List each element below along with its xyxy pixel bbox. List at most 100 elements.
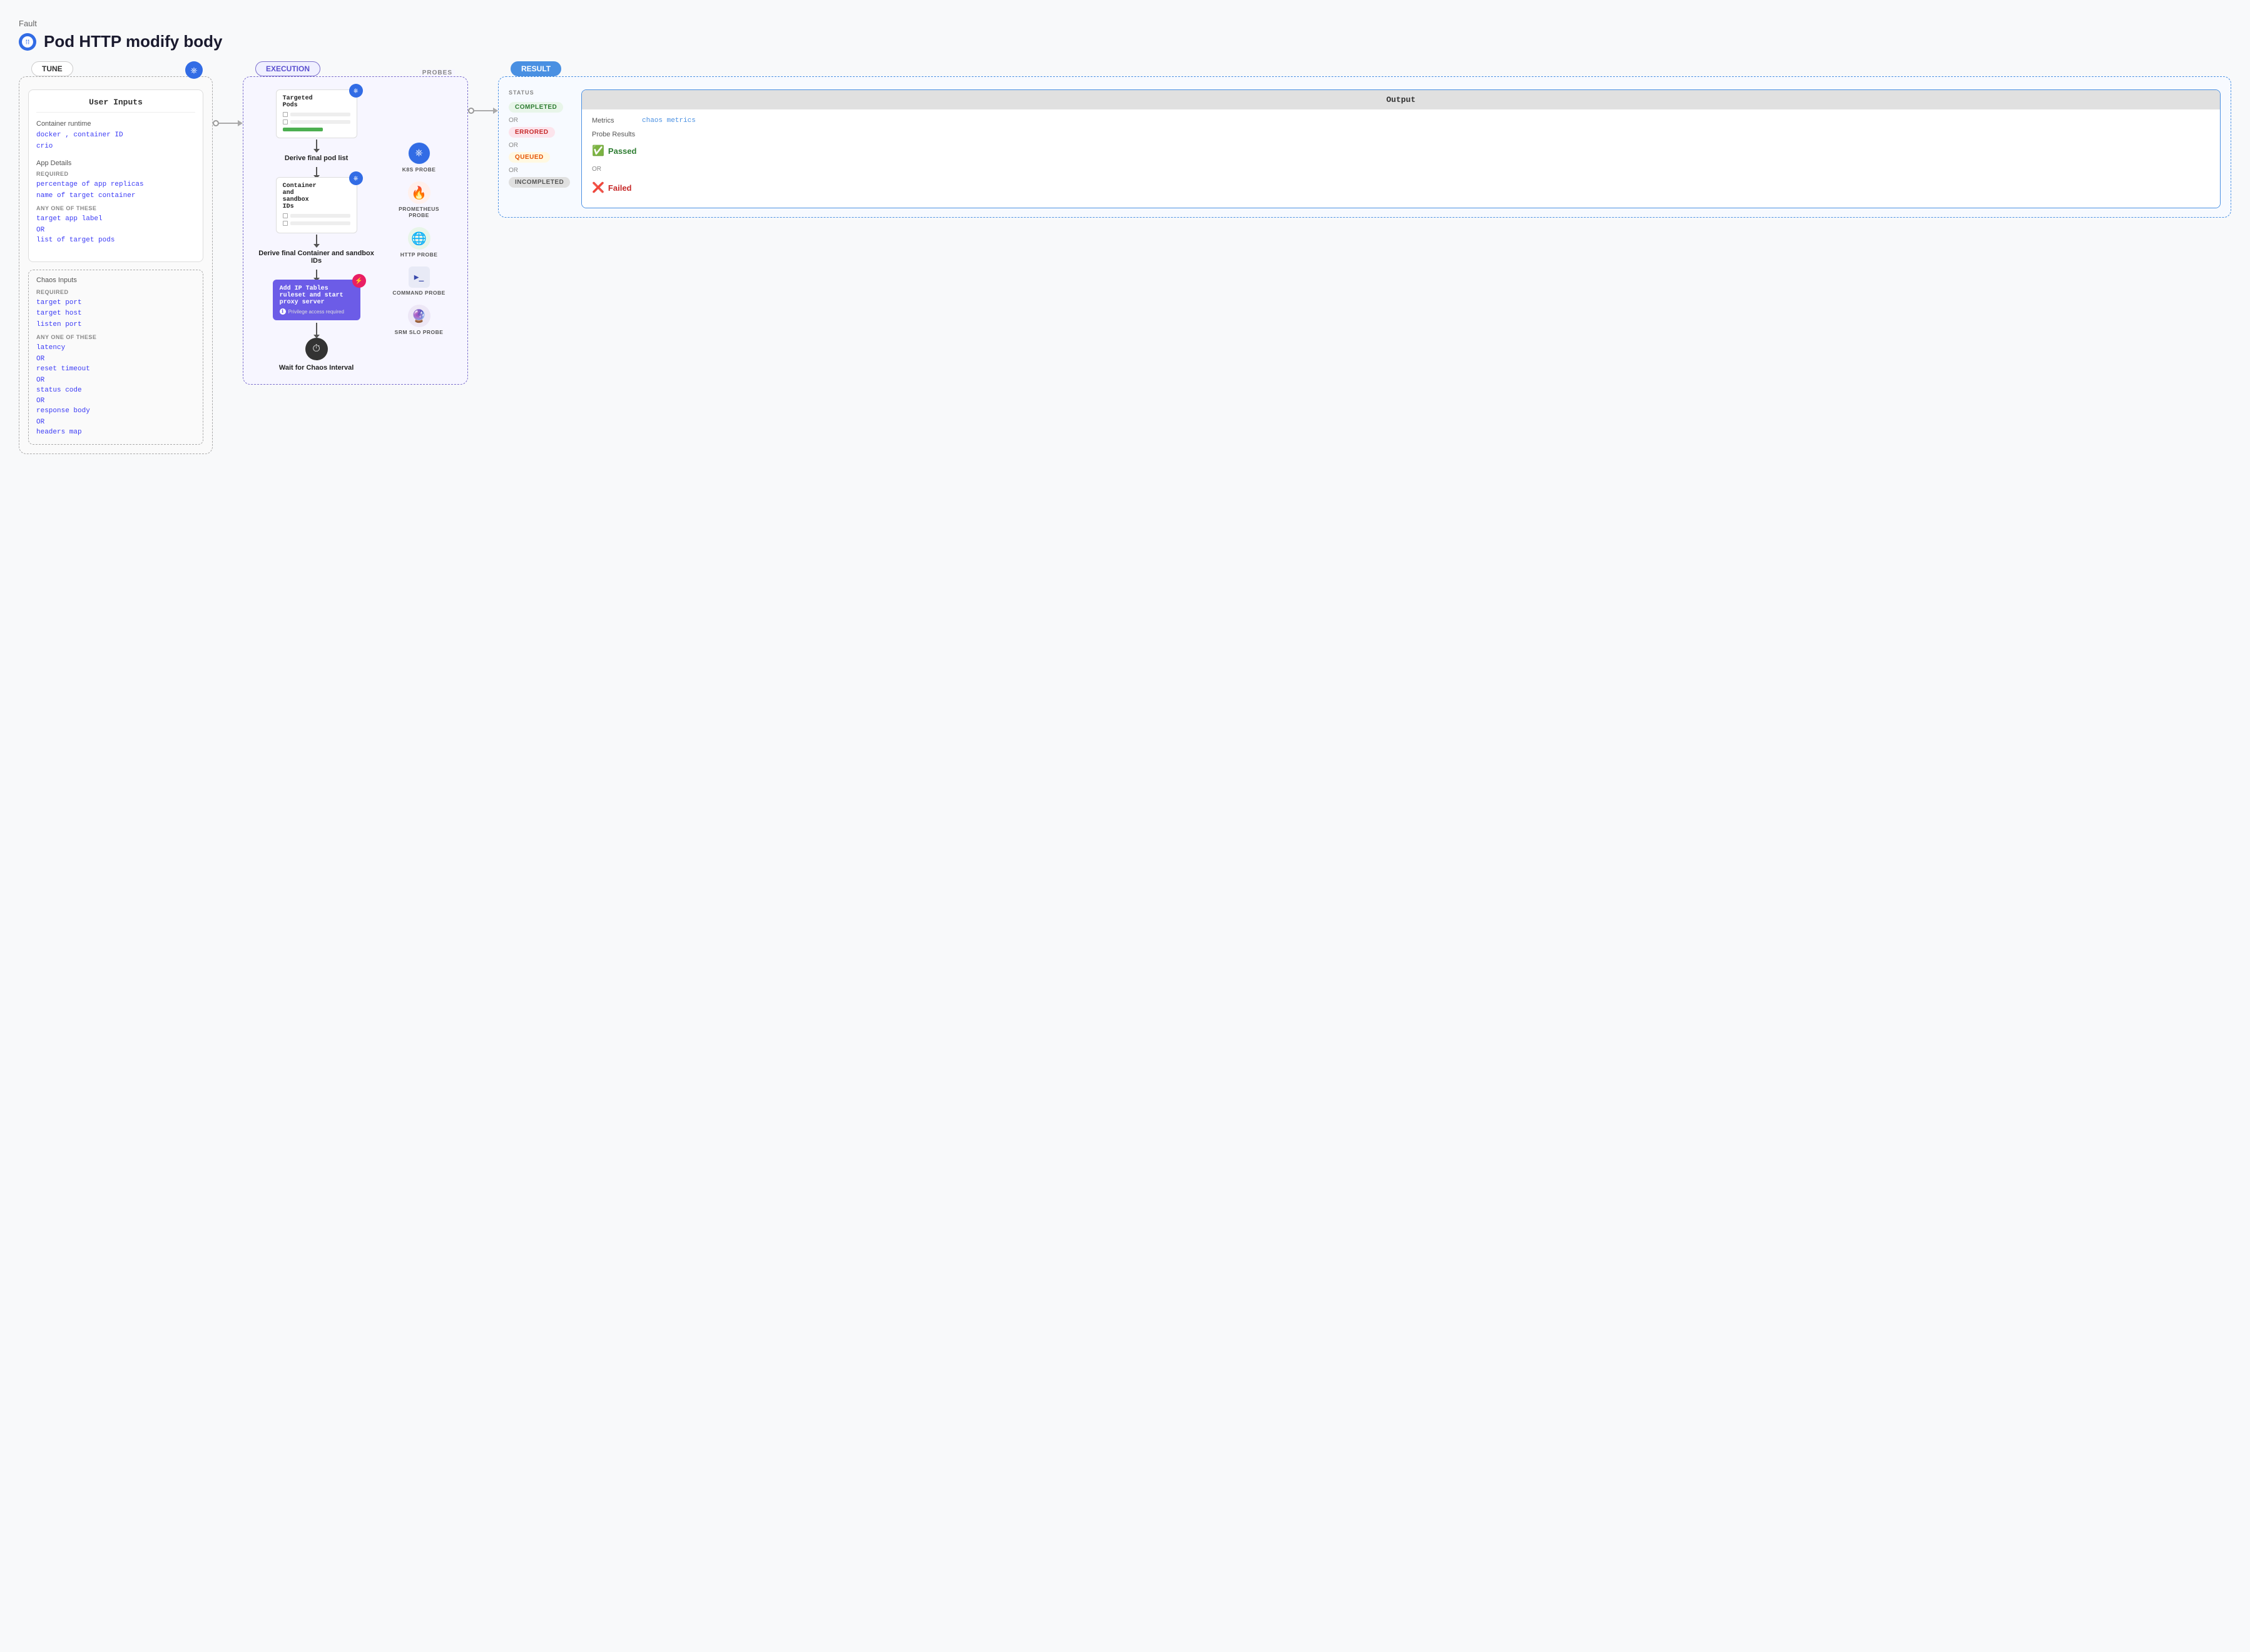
status-errored: ERRORED <box>509 127 555 138</box>
pods-card: ⎈ TargetedPods <box>276 89 357 138</box>
http-probe-icon: 🌐 <box>408 227 430 250</box>
pods-checkbox-2 <box>283 119 350 125</box>
container-runtime-label: Container runtime <box>36 120 195 128</box>
chaos-opt-5: headers map <box>36 427 195 438</box>
srm-probe-icon: 🔮 <box>408 305 430 327</box>
execution-section: EXECUTION PROBES ⎈ TargetedPods <box>243 70 468 385</box>
user-inputs-title: User Inputs <box>36 98 195 113</box>
failed-icon: ❌ <box>592 181 604 194</box>
derive-containers-label: Derive final Container and sandbox IDs <box>256 250 377 265</box>
result-badge: RESULT <box>511 61 561 76</box>
output-title: Output <box>582 90 2220 109</box>
privilege-icon: ℹ <box>280 308 286 315</box>
execution-badge: EXECUTION <box>255 61 320 76</box>
result-box: STATUS COMPLETED OR ERRORED OR QUEUED OR… <box>498 76 2231 218</box>
chaos-req-1: target port <box>36 298 195 309</box>
arrow-down-4 <box>316 270 317 278</box>
app-required-label: REQUIRED <box>36 171 195 177</box>
probe-passed: ✅ Passed <box>592 144 636 157</box>
chaos-opt-2: reset timeout <box>36 364 195 375</box>
http-probe-label: HTTP PROBE <box>400 251 438 258</box>
fault-label: Fault <box>19 19 2231 28</box>
metrics-value: chaos metrics <box>642 117 696 124</box>
arrow-down-5 <box>316 323 317 335</box>
tune-box: ⎈ User Inputs Container runtime docker ,… <box>19 76 213 454</box>
status-or-2: OR <box>509 142 571 149</box>
metrics-row: Metrics chaos metrics <box>592 117 2210 124</box>
flow-node-pods: ⎈ TargetedPods <box>256 89 377 166</box>
chaos-inputs-label: Chaos Inputs <box>36 276 195 284</box>
probe-results-row: Probe Results ✅ Passed OR ❌ Failed <box>592 131 2210 194</box>
probe-http: 🌐 HTTP PROBE <box>389 227 449 258</box>
probe-srm: 🔮 SRM SLO PROBE <box>389 305 449 335</box>
execution-box: PROBES ⎈ TargetedPods <box>243 76 468 385</box>
app-optional-1: target app label <box>36 214 195 225</box>
containers-card-title: ContainerandsandboxIDs <box>283 183 350 210</box>
status-completed: COMPLETED <box>509 102 563 113</box>
app-details-section: App Details REQUIRED percentage of app r… <box>36 160 195 246</box>
chaos-required-label: REQUIRED <box>36 289 195 295</box>
tune-execution-arrow <box>213 70 243 126</box>
output-card: Output Metrics chaos metrics Probe Resul… <box>581 89 2221 208</box>
tune-k8s-icon: ⎈ <box>185 61 203 79</box>
arrow-down-2 <box>316 167 317 176</box>
k8s-probe-label: K8S PROBE <box>402 166 436 173</box>
status-or-3: OR <box>509 167 571 174</box>
status-or-1: OR <box>509 117 571 124</box>
flow-node-wait: ⏱ Wait for Chaos Interval <box>256 338 377 375</box>
probes-label: PROBES <box>420 69 455 76</box>
svg-text:⎈: ⎈ <box>25 39 30 46</box>
metrics-label: Metrics <box>592 117 636 124</box>
app-item-2: name of target container <box>36 191 195 202</box>
container-runtime-value-2: crio <box>36 141 195 153</box>
diagram: TUNE ⎈ User Inputs Container runtime doc… <box>19 70 2231 454</box>
status-incompleted: INCOMPLETED <box>509 177 570 188</box>
probe-prometheus: 🔥 PROMETHEUS PROBE <box>389 181 449 218</box>
chaos-inputs-box: Chaos Inputs REQUIRED target port target… <box>28 270 203 445</box>
command-probe-label: COMMAND PROBE <box>392 290 445 296</box>
tune-badge: TUNE <box>31 61 73 76</box>
failed-label: Failed <box>608 183 632 193</box>
user-inputs-card: User Inputs Container runtime docker , c… <box>28 89 203 262</box>
containers-checkbox-1 <box>283 213 350 219</box>
app-optional-2: list of target pods <box>36 235 195 246</box>
app-or-1: OR <box>36 226 195 234</box>
chaos-or-4: OR <box>36 418 195 426</box>
probe-k8s: ⎈ K8S PROBE <box>389 142 449 173</box>
command-probe-icon: ▶_ <box>409 266 430 288</box>
derive-pods-label: Derive final pod list <box>285 155 348 162</box>
probe-failed: ❌ Failed <box>592 181 632 194</box>
chaos-req-3: listen port <box>36 320 195 331</box>
page-title: Pod HTTP modify body <box>44 32 223 51</box>
chaos-opt-4: response body <box>36 406 195 417</box>
wait-label: Wait for Chaos Interval <box>279 364 354 372</box>
wait-icon: ⏱ <box>305 338 328 360</box>
probe-results-label: Probe Results <box>592 131 636 138</box>
arrow-down-1 <box>316 139 317 149</box>
execution-result-arrow <box>468 70 498 114</box>
iptables-card-title: Add IP Tables ruleset and start proxy se… <box>280 285 354 306</box>
prometheus-probe-icon: 🔥 <box>408 181 430 204</box>
prometheus-probe-label: PROMETHEUS PROBE <box>389 206 449 218</box>
pods-checkbox-1 <box>283 111 350 118</box>
chaos-or-1: OR <box>36 355 195 363</box>
k8s-probe-icon: ⎈ <box>408 142 430 165</box>
container-runtime-section: Container runtime docker , container ID … <box>36 120 195 152</box>
status-label: STATUS <box>509 89 571 96</box>
app-any-one-label: ANY ONE OF THESE <box>36 205 195 211</box>
result-output-col: Output Metrics chaos metrics Probe Resul… <box>581 89 2221 208</box>
pods-card-title: TargetedPods <box>283 95 350 109</box>
srm-probe-label: SRM SLO PROBE <box>395 329 444 335</box>
flow-node-iptables: ⚡ Add IP Tables ruleset and start proxy … <box>256 280 377 320</box>
app-item-1: percentage of app replicas <box>36 180 195 191</box>
arrow-down-3 <box>316 235 317 245</box>
execution-flow: ⎈ TargetedPods <box>256 89 377 375</box>
probe-or: OR <box>592 166 601 173</box>
probe-command: ▶_ COMMAND PROBE <box>389 266 449 296</box>
status-queued: QUEUED <box>509 152 550 163</box>
app-details-label: App Details <box>36 160 195 167</box>
probes-section: ⎈ K8S PROBE 🔥 PROMETHEUS PROBE 🌐 HTTP PR… <box>383 102 455 375</box>
privilege-badge: ℹ Privilege access required <box>280 308 354 315</box>
kubernetes-icon: ⎈ <box>19 33 36 51</box>
containers-checkbox-2 <box>283 220 350 226</box>
